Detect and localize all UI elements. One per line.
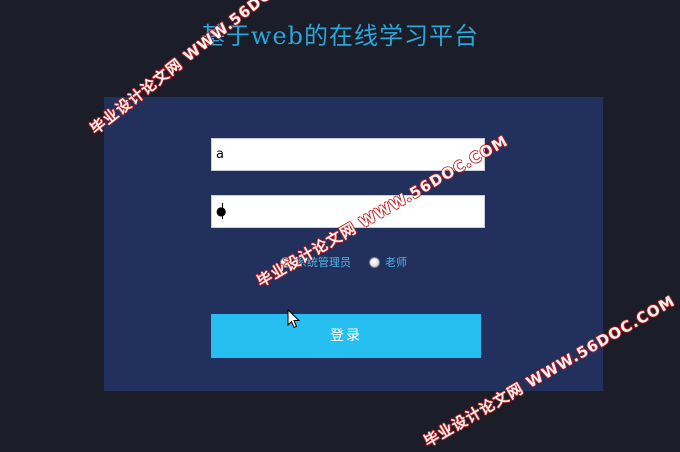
login-button[interactable]: 登录 bbox=[211, 314, 481, 358]
page-title: 基于web的在线学习平台 bbox=[200, 22, 480, 50]
text-caret bbox=[222, 203, 223, 219]
mouse-pointer-icon bbox=[287, 309, 301, 329]
login-panel: ● 系统管理员 老师 登录 bbox=[104, 97, 603, 391]
role-label-teacher: 老师 bbox=[385, 256, 407, 269]
role-option-teacher[interactable]: 老师 bbox=[369, 254, 407, 270]
radio-teacher[interactable] bbox=[369, 256, 380, 268]
